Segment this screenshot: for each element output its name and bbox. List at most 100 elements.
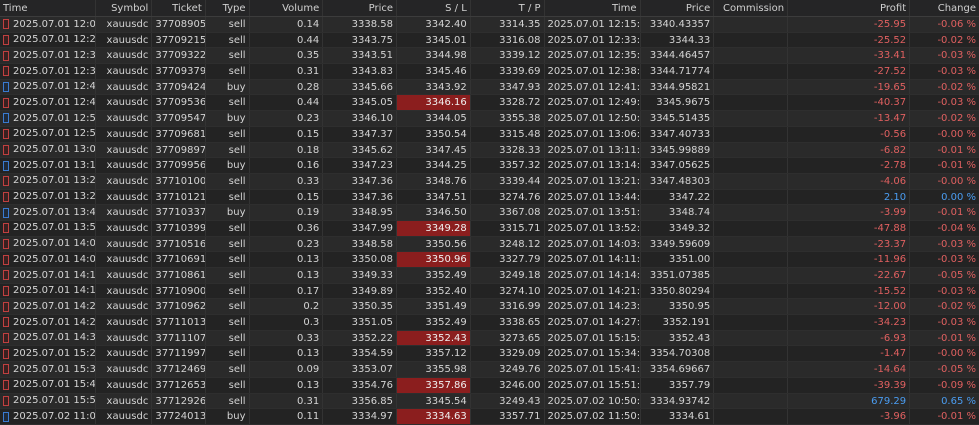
table-row[interactable]: 2025.07.01 14:25:44xauusdc3771101312sell… <box>0 315 979 331</box>
table-row[interactable]: 2025.07.01 14:31:20xauusdc3771110756sell… <box>0 330 979 347</box>
cell-change: 0.65 % <box>941 395 977 407</box>
cell-tp: 3316.99 <box>471 299 545 315</box>
cell-close-time: 2025.07.01 14:23:40 <box>545 299 641 315</box>
table-row[interactable]: 2025.07.01 14:02:12xauusdc3771051639sell… <box>0 236 979 253</box>
col-header-sl[interactable]: S / L <box>397 0 471 16</box>
cell-change: -0.05 % <box>937 364 977 376</box>
cell-commission <box>714 220 789 236</box>
table-row[interactable]: 2025.07.01 12:33:26xauusdc3770932254sell… <box>0 48 979 65</box>
col-header-close-price[interactable]: Price <box>641 0 715 16</box>
col-header-close-time[interactable]: Time <box>545 0 641 16</box>
cell-close-time: 2025.07.01 12:33:00 <box>545 32 641 48</box>
sell-deal-icon <box>3 176 9 187</box>
cell-volume: 0.11 <box>250 409 324 424</box>
table-row[interactable]: 2025.07.01 14:22:34xauusdc3771096253sell… <box>0 299 979 316</box>
cell-type: sell <box>206 142 250 158</box>
cell-close-time: 2025.07.01 13:51:36 <box>545 205 641 220</box>
cell-symbol: xauusdc <box>96 283 153 299</box>
table-row[interactable]: 2025.07.01 12:48:35xauusdc3770953697sell… <box>0 95 979 112</box>
cell-close-time: 2025.07.01 14:21:55 <box>545 283 641 299</box>
table-row[interactable]: 2025.07.01 12:50:12xauusdc3770954772buy0… <box>0 111 979 127</box>
cell-close-time: 2025.07.01 13:44:35 <box>545 189 641 205</box>
cell-commission <box>714 346 789 362</box>
cell-symbol: xauusdc <box>96 189 153 205</box>
table-row[interactable]: 2025.07.01 15:44:10xauusdc3771265393sell… <box>0 377 979 394</box>
cell-volume: 0.44 <box>250 95 324 111</box>
cell-volume: 0.18 <box>250 142 324 158</box>
cell-profit: 2.10 <box>788 189 911 205</box>
cell-type: sell <box>206 268 250 283</box>
cell-commission <box>714 79 789 95</box>
table-row[interactable]: 2025.07.01 15:37:48xauusdc3771246967sell… <box>0 362 979 378</box>
cell-price: 3354.59 <box>323 346 398 362</box>
cell-time: 2025.07.01 13:20:21 <box>0 173 96 189</box>
cell-ticket: 3771051639 <box>152 236 206 252</box>
cell-commission <box>714 330 789 346</box>
table-row[interactable]: 2025.07.01 13:07:22xauusdc3770989793sell… <box>0 142 979 159</box>
table-row[interactable]: 2025.07.01 14:16:57xauusdc3771090042sell… <box>0 283 979 300</box>
table-row[interactable]: 2025.07.01 12:03:40xauusdc3770890516sell… <box>0 17 979 33</box>
cell-symbol: xauusdc <box>96 252 153 267</box>
cell-profit: -47.88 <box>788 220 911 236</box>
open-time-text: 2025.07.01 13:07:22 <box>13 144 96 155</box>
table-row[interactable]: 2025.07.01 14:05:53xauusdc3771069156sell… <box>0 252 979 268</box>
cell-symbol: xauusdc <box>96 220 153 236</box>
col-header-tp[interactable]: T / P <box>471 0 545 16</box>
cell-close-price: 3345.9675 <box>641 95 715 111</box>
cell-commission <box>714 315 789 330</box>
cell-profit: -4.06 <box>788 173 911 189</box>
cell-sl: 3346.50 <box>397 205 471 220</box>
table-row[interactable]: 2025.07.01 12:36:19xauusdc3770937906sell… <box>0 64 979 80</box>
cell-sl: 3350.56 <box>397 236 471 252</box>
cell-commission <box>714 299 789 315</box>
table-row[interactable]: 2025.07.01 13:11:46xauusdc3770995625buy0… <box>0 158 979 174</box>
col-header-profit[interactable]: Profit <box>788 0 911 16</box>
cell-tp: 3249.76 <box>471 362 545 377</box>
cell-tp: 3355.38 <box>471 111 545 126</box>
cell-change: -0.03 % <box>937 285 977 297</box>
cell-ticket: 3771039924 <box>152 220 206 236</box>
cell-symbol: xauusdc <box>96 173 153 189</box>
cell-ticket: 3771199782 <box>152 346 206 362</box>
cell-sl: 3344.25 <box>397 158 471 173</box>
cell-symbol: xauusdc <box>96 315 153 330</box>
col-header-price[interactable]: Price <box>323 0 398 16</box>
col-header-ticket[interactable]: Ticket <box>152 0 206 16</box>
col-header-change[interactable]: Change <box>910 0 979 16</box>
table-row[interactable]: 2025.07.01 12:26:52xauusdc3770921571sell… <box>0 32 979 49</box>
table-row[interactable]: 2025.07.01 12:55:07xauusdc3770968113sell… <box>0 126 979 143</box>
col-header-symbol[interactable]: Symbol <box>96 0 153 16</box>
cell-ticket: 3770921571 <box>152 32 206 48</box>
cell-type: sell <box>206 299 250 315</box>
table-row[interactable]: 2025.07.01 13:51:58xauusdc3771039924sell… <box>0 220 979 237</box>
table-row[interactable]: 2025.07.01 15:55:37xauusdc3771292644sell… <box>0 393 979 410</box>
table-row[interactable]: 2025.07.01 13:23:45xauusdc3771012102sell… <box>0 189 979 206</box>
table-row[interactable]: 2025.07.02 11:06:32xauusdc3772401384buy0… <box>0 409 979 425</box>
cell-volume: 0.15 <box>250 189 324 205</box>
cell-volume: 0.35 <box>250 48 324 64</box>
cell-ticket: 3770995625 <box>152 158 206 173</box>
col-header-volume[interactable]: Volume <box>250 0 324 16</box>
table-row[interactable]: 2025.07.01 12:40:27xauusdc3770942425buy0… <box>0 79 979 96</box>
cell-time: 2025.07.01 15:55:37 <box>0 393 96 409</box>
sell-deal-icon <box>3 301 9 312</box>
cell-time: 2025.07.01 13:07:22 <box>0 142 96 158</box>
cell-close-time: 2025.07.01 13:11:18 <box>545 142 641 158</box>
cell-close-price: 3347.40733 <box>641 126 715 142</box>
col-header-type[interactable]: Type <box>206 0 250 16</box>
cell-type: sell <box>206 362 250 377</box>
cell-symbol: xauusdc <box>96 64 153 79</box>
buy-deal-icon <box>3 113 9 124</box>
open-time-text: 2025.07.01 12:55:07 <box>13 128 96 140</box>
table-row[interactable]: 2025.07.01 14:13:31xauusdc3771086188sell… <box>0 268 979 284</box>
cell-volume: 0.36 <box>250 220 324 236</box>
col-header-commission[interactable]: Commission <box>714 0 789 16</box>
table-row[interactable]: 2025.07.01 13:48:08xauusdc3771033749buy0… <box>0 205 979 221</box>
col-header-time[interactable]: Time <box>0 0 96 16</box>
cell-type: sell <box>206 17 250 32</box>
cell-change: -0.01 % <box>937 144 977 156</box>
cell-price: 3345.05 <box>323 95 398 111</box>
table-row[interactable]: 2025.07.01 15:21:45xauusdc3771199782sell… <box>0 346 979 363</box>
cell-commission <box>714 409 789 424</box>
table-row[interactable]: 2025.07.01 13:20:21xauusdc3771010059sell… <box>0 173 979 190</box>
